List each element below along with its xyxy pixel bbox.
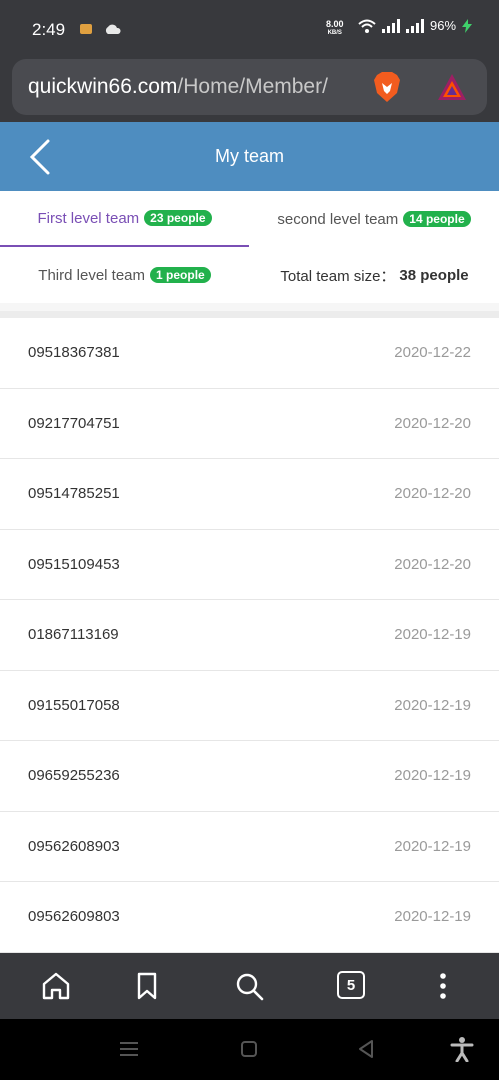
member-phone: 09518367381 (28, 344, 120, 361)
speed-unit: KB/S (327, 30, 342, 36)
list-item[interactable]: 09518367381 2020-12-22 (0, 318, 499, 389)
list-item[interactable]: 09155017058 2020-12-19 (0, 671, 499, 741)
system-back-icon[interactable] (356, 1039, 376, 1059)
tab-third-level[interactable]: Third level team 1 people (0, 247, 249, 303)
list-item[interactable]: 09514785251 2020-12-20 (0, 459, 499, 530)
browser-toolbar: quickwin66.com/Home/Member/ (0, 52, 499, 122)
member-phone: 09514785251 (28, 485, 120, 502)
list-item[interactable]: 09659255236 2020-12-19 (0, 741, 499, 812)
member-join-date: 2020-12-19 (394, 696, 471, 714)
member-join-date: 2020-12-19 (394, 767, 471, 784)
notification-icons (78, 20, 122, 36)
tab-second-badge: 14 people (403, 211, 471, 227)
tabs-divider (0, 303, 499, 311)
tab-third-badge: 1 people (150, 267, 211, 283)
signal-1-icon (382, 18, 400, 33)
member-phone: 09562609803 (28, 908, 120, 925)
cloud-icon (105, 24, 121, 35)
status-time: 2:49 (32, 20, 66, 39)
status-bar: 2:49 8.00 KB/S 96% (0, 0, 499, 60)
member-phone: 09515109453 (28, 555, 120, 573)
list-item[interactable]: 09515109453 2020-12-20 (0, 530, 499, 600)
member-phone: 09562608903 (28, 837, 120, 855)
accessibility-icon[interactable] (450, 1036, 474, 1062)
system-home-icon[interactable] (240, 1040, 258, 1058)
charging-icon (462, 18, 473, 33)
member-join-date: 2020-12-22 (394, 344, 471, 361)
url-path: /Home/Member/ (177, 75, 328, 98)
member-join-date: 2020-12-20 (394, 414, 471, 432)
speed-value: 8.00 (326, 19, 344, 29)
tab-third-label: Third level team (38, 266, 146, 284)
wifi-icon (358, 19, 376, 33)
signal-2-icon (406, 18, 424, 33)
member-join-date: 2020-12-20 (394, 555, 471, 573)
list-item[interactable]: 09562609803 2020-12-19 (0, 882, 499, 953)
member-phone: 09217704751 (28, 414, 120, 432)
recents-menu-icon[interactable] (118, 1041, 140, 1057)
list-item[interactable]: 01867113169 2020-12-19 (0, 600, 499, 671)
tab-first-badge: 23 people (144, 210, 212, 226)
total-label: Total team size： (280, 267, 396, 285)
url-domain: quickwin66.com (28, 75, 178, 98)
url-text[interactable]: quickwin66.com/Home/Member/ (28, 75, 358, 99)
member-phone: 09155017058 (28, 696, 120, 714)
url-bar[interactable]: quickwin66.com/Home/Member/ (12, 59, 487, 115)
battery-text: 96% (430, 18, 457, 33)
member-list: 09518367381 2020-12-22 09217704751 2020-12… (0, 318, 499, 953)
member-phone: 09659255236 (28, 767, 120, 784)
network-speed: 8.00 KB/S (326, 20, 344, 38)
list-item[interactable]: 09562608903 2020-12-19 (0, 812, 499, 882)
tabs-icon[interactable]: 5 (337, 971, 365, 999)
bat-triangle-icon[interactable] (437, 73, 467, 101)
list-item[interactable]: 09217704751 2020-12-20 (0, 389, 499, 459)
brave-lion-icon[interactable] (372, 71, 402, 103)
tab-second-label: second level team (277, 210, 399, 228)
total-value: 38 people (399, 266, 469, 284)
search-icon[interactable] (234, 971, 264, 1001)
tab-second-level[interactable]: second level team 14 people (249, 191, 499, 247)
page-header: My team (0, 122, 499, 191)
system-nav-bar (0, 1019, 499, 1080)
total-team-size: Total team size： 38 people (250, 247, 499, 303)
member-join-date: 2020-12-19 (394, 908, 471, 925)
page-title: My team (214, 146, 284, 166)
tab-count: 5 (346, 976, 356, 994)
member-join-date: 2020-12-19 (394, 626, 471, 643)
member-join-date: 2020-12-20 (394, 485, 471, 502)
more-vertical-icon[interactable] (428, 971, 458, 1001)
browser-bottom-bar: 5 (0, 953, 499, 1019)
bookmark-icon[interactable] (132, 971, 162, 1001)
home-icon[interactable] (41, 971, 71, 1001)
member-join-date: 2020-12-19 (394, 837, 471, 855)
tab-first-label: First level team (37, 209, 140, 227)
tab-first-level[interactable]: First level team 23 people (0, 191, 249, 247)
team-level-tabs: First level team 23 people second level … (0, 191, 499, 311)
app-notification-icon (80, 24, 92, 35)
status-right-icons: 96% (358, 18, 473, 33)
member-phone: 01867113169 (28, 626, 119, 643)
